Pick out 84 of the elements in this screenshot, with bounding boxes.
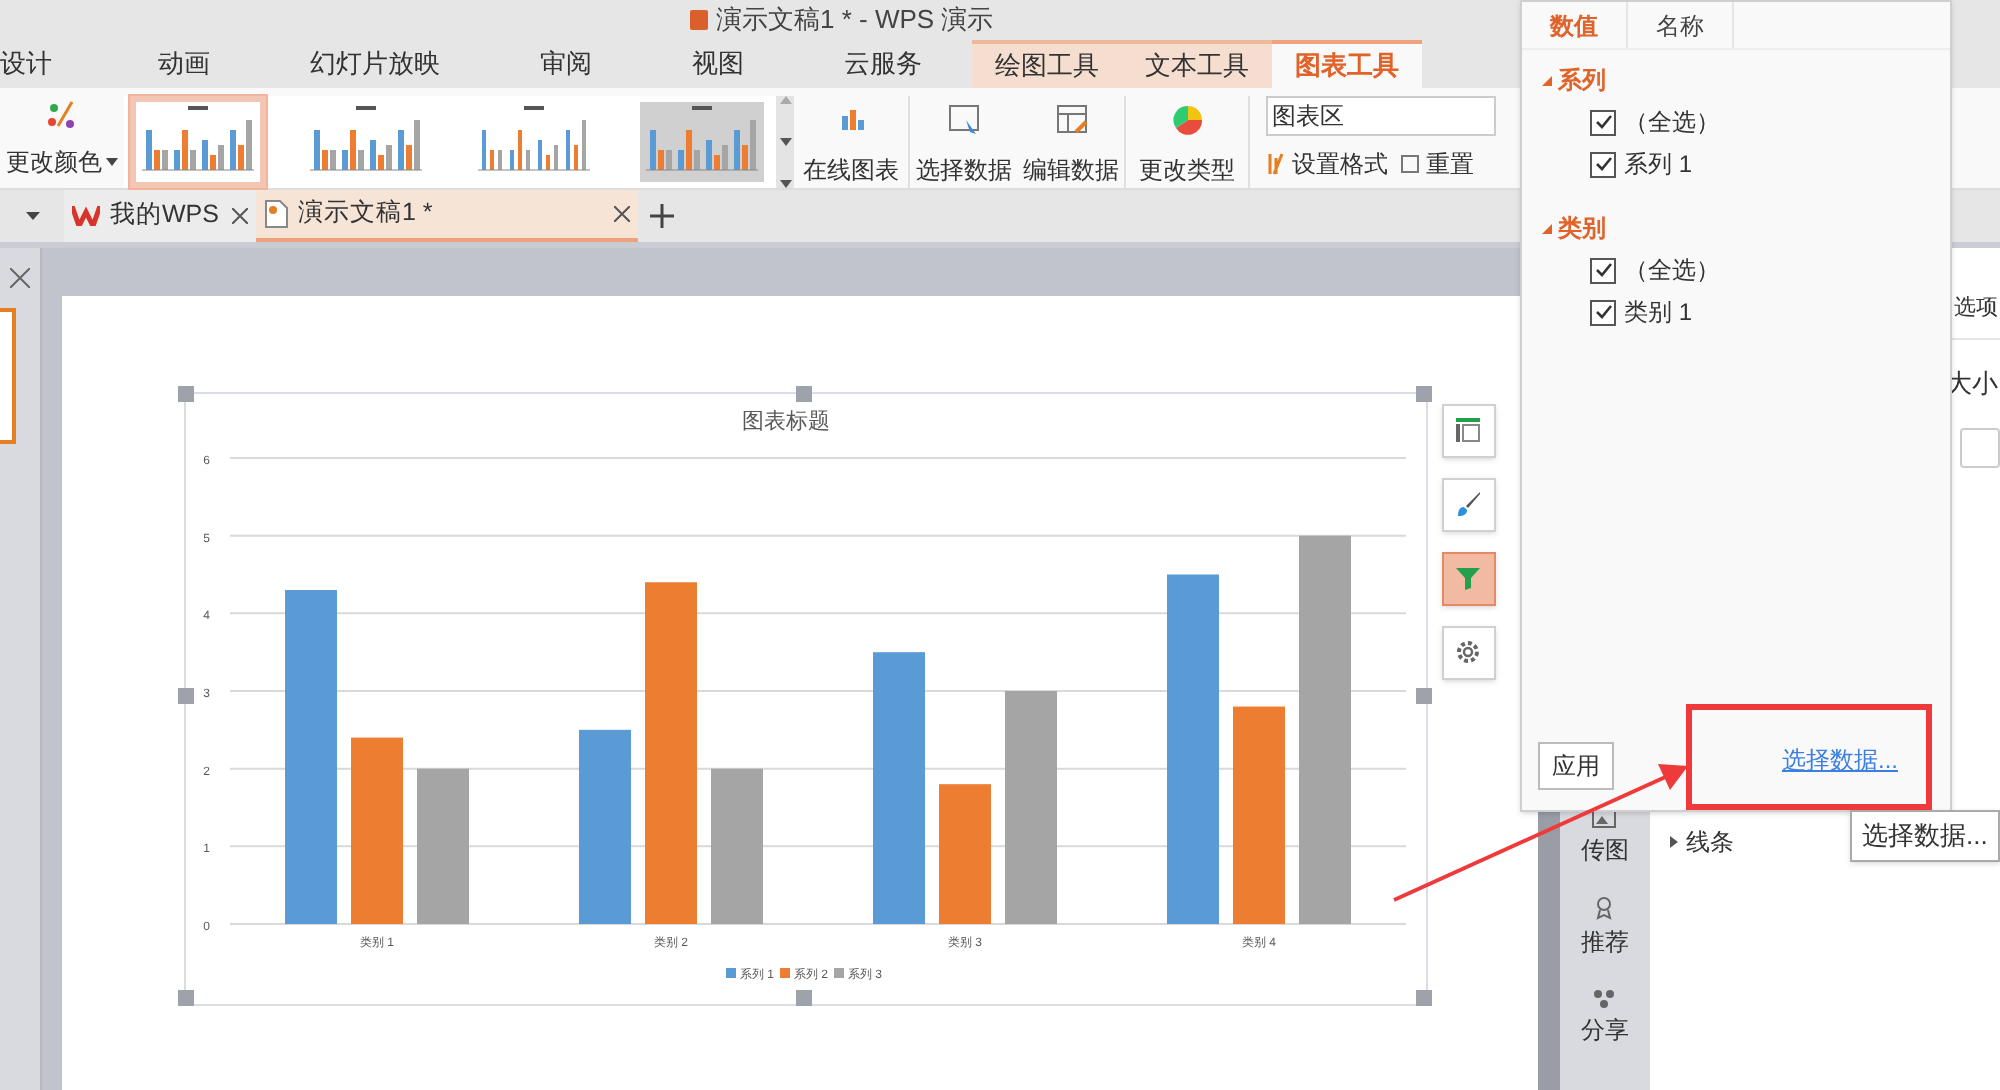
resize-handle[interactable]	[1415, 989, 1432, 1005]
ribbon-tab[interactable]: 设计	[0, 39, 108, 87]
document-tab[interactable]: 我的WPS	[64, 189, 256, 241]
ribbon-tab[interactable]: 审阅	[490, 39, 642, 87]
reset-icon	[1400, 152, 1420, 174]
scroll-up-icon	[779, 95, 791, 103]
ribbon-tab[interactable]: 文本工具	[1122, 39, 1272, 87]
input-field[interactable]	[1960, 427, 2000, 467]
share-icon	[1592, 987, 1617, 1007]
resize-handle[interactable]	[177, 385, 194, 401]
checkbox-label: （全选）	[1624, 254, 1720, 288]
chart-style-thumbnail-drawing	[640, 101, 764, 181]
resize-handle[interactable]	[177, 687, 194, 703]
brush-icon	[1454, 490, 1483, 518]
select-data-button[interactable]: 选择数据	[910, 95, 1018, 187]
ribbon-tab[interactable]: 云服务	[794, 39, 972, 87]
filter-icon	[1454, 564, 1483, 592]
ribbon-tab[interactable]: 绘图工具	[972, 39, 1122, 87]
chart-tool-button[interactable]	[1441, 477, 1496, 531]
resize-handle[interactable]	[795, 385, 812, 401]
apply-button[interactable]: 应用	[1538, 742, 1614, 790]
collapse-arrow-icon[interactable]	[1542, 75, 1552, 85]
dropdown-caret-icon	[106, 157, 118, 165]
panel-tab[interactable]: 选项	[1954, 292, 1998, 325]
resize-handle[interactable]	[795, 989, 812, 1005]
document-icon	[264, 199, 288, 227]
edit-data-button[interactable]: 编辑数据	[1018, 95, 1126, 187]
checkbox[interactable]	[1590, 151, 1616, 177]
badge-icon	[1594, 895, 1615, 919]
app-logo-icon	[690, 9, 708, 30]
resize-handle[interactable]	[1415, 687, 1432, 703]
resize-handle[interactable]	[1415, 385, 1432, 401]
change-type-button[interactable]: 更改类型	[1126, 95, 1250, 187]
chart-style-thumbnail-drawing	[136, 101, 260, 181]
bar	[938, 783, 991, 923]
group-label: 系列	[1558, 64, 1606, 98]
close-icon[interactable]	[232, 207, 248, 223]
gallery-scrollbar[interactable]	[776, 95, 794, 187]
settings-icon	[1454, 638, 1483, 666]
group-label: 类别	[1558, 212, 1606, 246]
palette-icon	[46, 99, 78, 131]
side-panel-button[interactable]: 推荐	[1580, 895, 1629, 959]
checkbox-label: 系列 1	[1624, 148, 1693, 182]
side-panel-button[interactable]: 分享	[1580, 987, 1629, 1047]
close-icon[interactable]	[9, 267, 30, 287]
slide-thumbnail[interactable]	[0, 307, 16, 443]
section-label: 线条	[1686, 825, 1734, 859]
collapse-arrow-icon[interactable]	[1542, 223, 1552, 233]
expand-arrow-icon[interactable]	[1670, 835, 1678, 847]
resize-handle[interactable]	[177, 989, 194, 1005]
close-icon[interactable]	[614, 205, 630, 221]
pie-chart-icon	[1171, 103, 1203, 135]
change-color-button[interactable]: 更改颜色	[0, 95, 124, 179]
window-title: 演示文稿1 * - WPS 演示	[716, 2, 994, 38]
checkbox[interactable]	[1590, 299, 1616, 325]
tooltip: 选择数据...	[1850, 810, 2000, 861]
chart-elements-icon	[1454, 416, 1483, 444]
checkbox-label: 类别 1	[1624, 296, 1693, 330]
checkbox[interactable]	[1590, 109, 1616, 135]
plus-icon[interactable]	[650, 203, 674, 227]
reset-button[interactable]: 重置	[1400, 145, 1474, 181]
checkbox-label: （全选）	[1624, 106, 1720, 140]
format-button[interactable]: 设置格式	[1266, 145, 1388, 181]
tab-label: 演示文稿1 *	[298, 196, 435, 231]
chart-tool-button[interactable]	[1441, 625, 1496, 679]
chart-tool-button[interactable]	[1441, 403, 1496, 457]
ribbon-tab[interactable]: 幻灯片放映	[260, 39, 490, 87]
scroll-down-icon	[779, 137, 791, 145]
document-tab[interactable]: 演示文稿1 *	[256, 189, 638, 241]
chart-title: 图表标题	[741, 409, 830, 433]
tab-label: 我的WPS	[110, 198, 221, 233]
ribbon-tab[interactable]: 动画	[108, 39, 260, 87]
chart-style-option[interactable]	[128, 93, 268, 189]
filter-tab[interactable]: 名称	[1628, 2, 1734, 48]
chart-element-dropdown[interactable]: 图表区	[1266, 95, 1496, 135]
chart-tool-button[interactable]	[1441, 551, 1496, 605]
table-edit-icon	[1055, 103, 1087, 135]
table-select-icon	[948, 103, 980, 135]
checkbox[interactable]	[1590, 257, 1616, 283]
online-chart-button[interactable]: 在线图表	[794, 95, 910, 187]
wps-logo-icon	[72, 205, 100, 225]
format-brush-icon	[1266, 151, 1286, 175]
select-data-link[interactable]: 选择数据...	[1781, 742, 1934, 790]
ribbon-tab[interactable]: 视图	[642, 39, 794, 87]
